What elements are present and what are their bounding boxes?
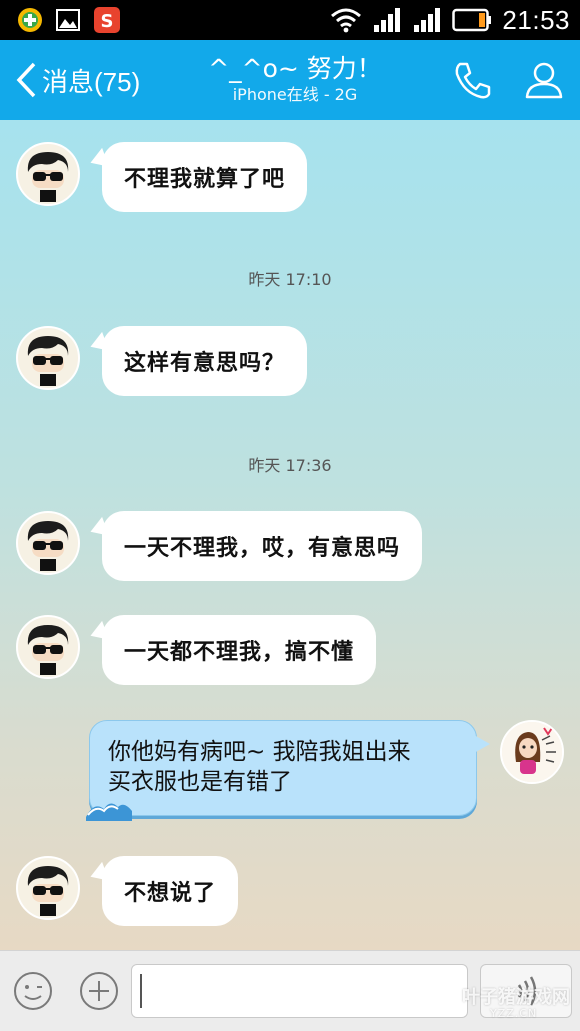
my-message-bubble[interactable]: 你他妈有病吧~ 我陪我姐出来 买衣服也是有错了	[86, 720, 490, 821]
message-timestamp: 昨天 17:36	[248, 456, 332, 475]
message-text-line-1: 你他妈有病吧~ 我陪我姐出来	[108, 739, 411, 765]
message-input[interactable]	[131, 964, 468, 1018]
contact-profile-icon[interactable]	[522, 58, 566, 102]
site-watermark: 叶子猪游戏网 YZZ.CN	[462, 983, 570, 1020]
contact-message-bubble[interactable]: 不理我就算了吧	[102, 142, 308, 212]
status-bar: S 21:53	[0, 0, 580, 40]
signal-icon	[374, 8, 401, 32]
back-label: 消息(75)	[42, 66, 141, 97]
chat-header: 消息(75) ^_^o~ 努力！ iPhone在线 - 2G	[0, 40, 580, 120]
battery-icon	[452, 8, 492, 32]
svg-text:S: S	[101, 11, 114, 32]
girl-avatar-icon	[502, 722, 562, 782]
message-text: 不理我就算了吧	[124, 167, 286, 192]
contact-message-bubble[interactable]: 一天不理我，哎，有意思吗	[102, 511, 423, 581]
chat-subtitle: iPhone在线 - 2G	[232, 85, 358, 104]
plus-icon[interactable]	[78, 970, 120, 1012]
contact-message-bubble[interactable]: 一天都不理我，搞不懂	[102, 615, 377, 685]
contact-avatar[interactable]	[16, 856, 80, 920]
signal-2-icon	[414, 8, 441, 32]
boy-avatar-icon	[27, 152, 69, 202]
contact-avatar[interactable]	[16, 511, 80, 575]
watermark-sub: YZZ.CN	[490, 1007, 538, 1020]
wave-decoration-icon	[86, 803, 132, 821]
message-text: 一天不理我，哎，有意思吗	[124, 536, 401, 561]
clock: 21:53	[502, 4, 570, 35]
image-icon	[56, 9, 80, 31]
boy-avatar-icon	[27, 336, 69, 386]
text-cursor	[140, 974, 142, 1008]
my-avatar[interactable]	[500, 720, 564, 784]
message-list[interactable]: 不理我就算了吧 昨天 17:10 这样有意思吗？ 昨天 17:36 一天不理我，…	[0, 120, 580, 950]
contact-avatar[interactable]	[16, 615, 80, 679]
message-text: 一天都不理我，搞不懂	[124, 640, 355, 665]
message-text-line-2: 买衣服也是有错了	[108, 769, 292, 795]
message-text: 这样有意思吗？	[124, 351, 286, 376]
boy-avatar-icon	[27, 866, 69, 916]
emoji-icon[interactable]	[12, 970, 54, 1012]
boy-avatar-icon	[27, 521, 69, 571]
back-button[interactable]: 消息(75)	[14, 58, 140, 102]
chat-title-block[interactable]: ^_^o~ 努力！ iPhone在线 - 2G	[170, 54, 420, 106]
contact-avatar[interactable]	[16, 142, 80, 206]
contact-message-bubble[interactable]: 这样有意思吗？	[102, 326, 308, 396]
contact-avatar[interactable]	[16, 326, 80, 390]
watermark-main: 叶子猪游戏网	[462, 987, 570, 1008]
chevron-left-icon	[16, 62, 36, 98]
phone-icon[interactable]	[450, 58, 494, 102]
app-notification-icon	[18, 8, 42, 32]
message-timestamp: 昨天 17:10	[248, 270, 332, 289]
chat-title: ^_^o~ 努力！	[208, 54, 382, 83]
sogou-input-icon: S	[94, 7, 120, 33]
boy-avatar-icon	[27, 625, 69, 675]
contact-message-bubble[interactable]: 不想说了	[102, 856, 239, 926]
wifi-icon	[331, 8, 362, 33]
message-text: 不想说了	[124, 881, 217, 906]
